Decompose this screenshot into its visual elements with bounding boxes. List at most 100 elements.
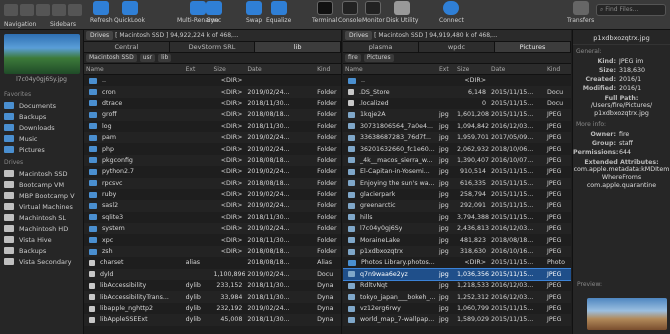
file-row[interactable]: greenarctic jpg 292,091 2015/11/15... JPEG: [343, 200, 571, 212]
file-row[interactable]: 30731806564_7a0e4... jpg 1,094,842 2016/12/…: [343, 121, 571, 132]
nav-buttons[interactable]: [4, 4, 50, 16]
sidebar-item[interactable]: Virtual Machines: [0, 201, 83, 212]
search-input[interactable]: ⌕ Find Files...: [596, 4, 666, 16]
column-header[interactable]: Kind: [545, 66, 571, 73]
column-header[interactable]: Size: [455, 66, 489, 73]
file-row[interactable]: tokyo_japan___bokeh_... jpg 1,252,312 2016/…: [343, 291, 571, 303]
file-row[interactable]: hills jpg 3,794,388 2015/11/15... JPEG: [343, 212, 571, 223]
sidebar-item[interactable]: Vista Secondary: [0, 256, 83, 267]
column-header[interactable]: Date: [489, 66, 545, 73]
file-row[interactable]: Photos Library.photos... <DIR> 2015/11/15.…: [343, 257, 571, 268]
column-header[interactable]: Size: [212, 66, 246, 73]
equalize-button[interactable]: Equalize: [266, 1, 291, 24]
file-row[interactable]: glacierpark jpg 258,794 2015/11/15... JPEG: [343, 189, 571, 200]
column-header[interactable]: Kind: [315, 66, 341, 73]
left-drives-dropdown[interactable]: Drives: [86, 31, 114, 40]
breadcrumb-item[interactable]: fire: [345, 54, 361, 62]
file-row[interactable]: .. <DIR>: [84, 75, 341, 86]
tab[interactable]: lib: [255, 42, 341, 52]
file-row[interactable]: 1kqje2A jpg 1,601,208 2015/11/15... JPEG: [343, 109, 571, 121]
column-header[interactable]: Ext: [184, 66, 212, 73]
sidebar-item[interactable]: Backups: [0, 111, 83, 122]
monitor-button[interactable]: Monitor: [362, 1, 385, 24]
tab[interactable]: plasma: [343, 42, 419, 52]
file-row[interactable]: libAccessibilityTrans... dylib 33,984 2018/…: [84, 291, 341, 303]
file-row[interactable]: xpc <DIR> 2018/11/30... Folder: [84, 234, 341, 245]
file-row[interactable]: Enjoying the sun's wa... jpg 616,335 2015/1…: [343, 177, 571, 189]
file-row[interactable]: p1xdbxozqtrx jpg 318,630 2016/10/16... JPEG: [343, 245, 571, 258]
file-row[interactable]: sqlite3 <DIR> 2018/11/30... Folder: [84, 212, 341, 223]
refresh-button[interactable]: Refresh: [90, 1, 113, 24]
breadcrumb-item[interactable]: Pictures: [363, 54, 394, 62]
file-row[interactable]: system <DIR> 2019/02/24... Folder: [84, 223, 341, 235]
file-row[interactable]: dyld 1,100,896 2019/02/24... Docu: [84, 268, 341, 281]
column-header[interactable]: Name: [84, 66, 184, 73]
file-row[interactable]: .DS_Store 6,148 2015/11/15... Docu: [343, 86, 571, 98]
file-row[interactable]: charset alias 2018/08/18... Alias: [84, 257, 341, 268]
file-row[interactable]: .. <DIR>: [343, 75, 571, 86]
file-row[interactable]: libAppleSSEExt dylib 45,008 2018/11/30... Dy…: [84, 314, 341, 326]
console-button[interactable]: Console: [338, 1, 362, 24]
disk-utility-button[interactable]: Disk Utility: [386, 1, 418, 24]
file-row[interactable]: groff <DIR> 2018/08/18... Folder: [84, 109, 341, 121]
file-row[interactable]: dtrace <DIR> 2018/11/30... Folder: [84, 98, 341, 109]
column-header[interactable]: Date: [245, 66, 315, 73]
breadcrumb-item[interactable]: Macintosh SSD: [86, 54, 137, 62]
sidebar-item[interactable]: Backups: [0, 245, 83, 256]
left-column-header[interactable]: Name Ext Size Date Kind: [84, 64, 341, 75]
file-row[interactable]: log <DIR> 2018/11/30... Folder: [84, 121, 341, 132]
file-row[interactable]: php <DIR> 2019/02/24... Folder: [84, 143, 341, 154]
file-row[interactable]: .localized 0 2015/11/15... Docu: [343, 98, 571, 109]
file-row[interactable]: pkgconfig <DIR> 2018/08/18... Folder: [84, 154, 341, 167]
sidebar-item[interactable]: Bootcamp VM: [0, 179, 83, 190]
swap-button[interactable]: Swap: [246, 1, 262, 24]
file-row[interactable]: MoraineLake jpg 481,823 2018/08/18... JPEG: [343, 234, 571, 245]
sidebar-item[interactable]: MBP Bootcamp V: [0, 190, 83, 201]
file-row[interactable]: q7n9waa6e2yz jpg 1,036,356 2015/11/15... JPE…: [343, 267, 571, 282]
sidebar-item[interactable]: Music: [0, 133, 83, 144]
file-date: 2018/10/06...: [491, 145, 534, 153]
file-row[interactable]: 36201632660_fc1e60... jpg 2,062,932 2018/10…: [343, 143, 571, 154]
column-header[interactable]: Ext: [437, 66, 455, 73]
breadcrumb-item[interactable]: usr: [139, 54, 156, 62]
sidebar-item[interactable]: Vista Hive: [0, 234, 83, 245]
sidebar-item[interactable]: Documents: [0, 100, 83, 111]
sync-button[interactable]: Sync: [206, 1, 222, 24]
terminal-button[interactable]: Terminal: [312, 1, 337, 24]
file-row[interactable]: El-Capitan-in-Yosemi... jpg 910,514 2015/11…: [343, 166, 571, 177]
sidebar-buttons[interactable]: [52, 4, 82, 16]
tab[interactable]: Central: [84, 42, 170, 52]
breadcrumb-item[interactable]: lib: [158, 54, 172, 62]
drive-icon: [4, 258, 14, 265]
file-row[interactable]: python2.7 <DIR> 2019/02/24... Folder: [84, 166, 341, 177]
file-row[interactable]: l7c04y0gj6Sy jpg 2,436,813 2016/12/03... JPE…: [343, 223, 571, 235]
file-row[interactable]: 33638687283_76d7f... jpg 1,959,701 2017/05/…: [343, 131, 571, 144]
transfers-button[interactable]: Transfers: [567, 1, 594, 24]
file-row[interactable]: rpcsvc <DIR> 2018/08/18... Folder: [84, 177, 341, 189]
tab[interactable]: wpdc: [419, 42, 495, 52]
tab[interactable]: Pictures: [495, 42, 571, 52]
sidebar-item[interactable]: Pictures: [0, 144, 83, 155]
tab[interactable]: DevStorm SRL: [170, 42, 256, 52]
file-row[interactable]: libapple_nghttp2 dylib 232,192 2019/02/24..…: [84, 303, 341, 314]
column-header[interactable]: Name: [343, 66, 437, 73]
file-row[interactable]: ruby <DIR> 2019/02/24... Folder: [84, 189, 341, 200]
file-row[interactable]: vz12erg6rwy jpg 1,060,799 2015/11/15... JPEG: [343, 303, 571, 314]
file-row[interactable]: RdltvNqt jpg 1,218,533 2016/12/03... JPEG: [343, 280, 571, 291]
sidebar-item[interactable]: Machintosh SL: [0, 212, 83, 223]
quicklook-button[interactable]: QuickLook: [114, 1, 145, 24]
right-drives-dropdown[interactable]: Drives: [345, 31, 373, 40]
file-row[interactable]: cron <DIR> 2019/02/24... Folder: [84, 86, 341, 98]
right-column-header[interactable]: Name Ext Size Date Kind: [343, 64, 571, 75]
connect-button[interactable]: Connect: [439, 1, 464, 24]
file-row[interactable]: zsh <DIR> 2018/08/18... Folder: [84, 245, 341, 258]
file-row[interactable]: _4k__macos_sierra_w... jpg 1,390,407 2016/1…: [343, 154, 571, 167]
file-row[interactable]: sasl2 <DIR> 2019/02/24... Folder: [84, 200, 341, 212]
file-row[interactable]: pam <DIR> 2019/02/24... Folder: [84, 131, 341, 144]
file-row[interactable]: libAccessibility dylib 233,152 2018/11/30..…: [84, 280, 341, 291]
file-size: <DIR>: [220, 99, 243, 107]
sidebar-item[interactable]: Macintosh SSD: [0, 168, 83, 179]
file-row[interactable]: world_map_7-wallpap... jpg 1,589,029 2015/1…: [343, 314, 571, 326]
sidebar-item[interactable]: Downloads: [0, 122, 83, 133]
sidebar-item[interactable]: Machintosh HD: [0, 223, 83, 234]
